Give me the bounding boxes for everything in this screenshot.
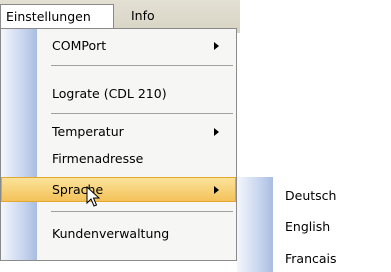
menu-separator [51, 113, 233, 114]
submenu-arrow-icon [214, 186, 219, 194]
menu-item-kundenverwaltung[interactable]: Kundenverwaltung [1, 221, 236, 247]
menu-separator [51, 211, 233, 212]
submenu-arrow-icon [214, 128, 219, 136]
menu-item-comport[interactable]: COMPort [1, 33, 236, 59]
menu-item-sprache[interactable]: Sprache [1, 177, 236, 202]
menu-item-label: Temperatur [52, 124, 124, 139]
submenu-item-deutsch[interactable]: Deutsch [285, 185, 336, 207]
menu-item-label: COMPort [52, 38, 107, 53]
menu-item-label: Lograte (CDL 210) [52, 86, 167, 101]
menu-item-temperatur[interactable]: Temperatur [1, 119, 236, 145]
einstellungen-dropdown: COMPort Lograte (CDL 210) Temperatur Fir… [0, 28, 237, 261]
menu-item-label: Kundenverwaltung [52, 226, 170, 241]
submenu-item-english[interactable]: English [285, 216, 330, 238]
menu-item-firmenadresse[interactable]: Firmenadresse [1, 146, 236, 172]
menu-einstellungen[interactable]: Einstellungen [0, 4, 114, 28]
menu-info[interactable]: Info [126, 4, 176, 28]
menu-item-label: Firmenadresse [52, 151, 144, 166]
menu-icon-strip [237, 177, 273, 272]
submenu-arrow-icon [214, 42, 219, 50]
submenu-item-francais[interactable]: Francais [285, 248, 337, 270]
mouse-pointer-icon [86, 185, 101, 211]
menu-item-lograte[interactable]: Lograte (CDL 210) [1, 81, 236, 107]
menu-separator [51, 65, 233, 66]
sprache-submenu: Deutsch English Francais [237, 177, 391, 272]
